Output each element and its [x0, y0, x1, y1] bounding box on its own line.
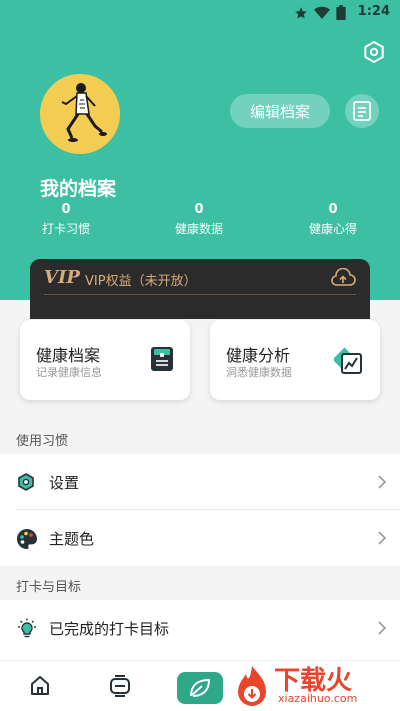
- chevron-right-icon: [378, 620, 387, 639]
- stat-label: 打卡习惯: [41, 222, 90, 236]
- watermark-logo: 下载火 xiazaihuo.com: [232, 664, 392, 710]
- section-label-checkin-goals: 打卡与目标: [16, 580, 82, 595]
- chevron-right-icon: [378, 474, 387, 493]
- list-item-label: 已完成的打卡目标: [49, 620, 170, 638]
- stat-health-notes[interactable]: 0 健康心得: [283, 202, 383, 238]
- list-item-theme-color[interactable]: 主题色: [16, 510, 400, 566]
- settings-icon: [16, 472, 36, 492]
- goals-list: 已完成的打卡目标: [0, 600, 400, 660]
- stat-value: 0: [328, 202, 338, 217]
- analysis-chart-icon: [332, 346, 364, 380]
- status-time: 1:24: [357, 4, 390, 19]
- card-title: 健康分析: [226, 346, 291, 365]
- stat-label: 健康数据: [174, 222, 223, 236]
- stat-checkin-habits[interactable]: 0 打卡习惯: [16, 202, 116, 238]
- stat-value: 0: [61, 202, 71, 217]
- list-item-settings[interactable]: 设置: [16, 454, 400, 510]
- wifi-icon: [314, 6, 330, 19]
- health-analysis-card[interactable]: 健康分析 洞悉健康数据: [210, 320, 380, 400]
- settings-list: 设置 主题色: [0, 454, 400, 566]
- record-book-icon: [150, 346, 174, 376]
- star-icon: [295, 6, 307, 19]
- page-title: 我的档案: [40, 178, 117, 200]
- list-item-completed-goals[interactable]: 已完成的打卡目标: [16, 600, 400, 656]
- leaf-icon: [190, 678, 211, 697]
- flame-icon: [238, 666, 266, 706]
- settings-gear-icon[interactable]: [362, 40, 386, 64]
- palette-icon: [16, 528, 38, 549]
- vip-card[interactable]: VIP VIP权益（未开放）: [30, 259, 370, 319]
- nav-home[interactable]: [27, 673, 53, 699]
- stat-health-data[interactable]: 0 健康数据: [149, 202, 249, 238]
- chevron-right-icon: [378, 530, 387, 549]
- list-item-label: 设置: [49, 474, 80, 492]
- note-icon: [353, 101, 371, 121]
- section-label-habits: 使用习惯: [16, 434, 69, 449]
- edit-profile-button[interactable]: 编辑档案: [230, 94, 330, 128]
- cloud-icon: [330, 267, 356, 292]
- card-title: 健康档案: [36, 346, 101, 365]
- card-subtitle: 洞悉健康数据: [226, 366, 292, 379]
- status-bar: 1:24: [0, 0, 400, 26]
- vip-logo: VIP: [44, 267, 80, 288]
- stat-label: 健康心得: [308, 222, 357, 236]
- profile-header: 1:24 编辑档案 我的档案 0 打卡习惯 0 健康数据 0 健康心得: [0, 0, 400, 300]
- vip-text: VIP权益（未开放）: [85, 274, 197, 289]
- home-icon: [31, 676, 49, 695]
- vip-divider: [44, 294, 356, 295]
- watch-icon: [110, 675, 130, 697]
- list-item-label: 主题色: [49, 530, 95, 548]
- note-button[interactable]: [345, 94, 379, 128]
- lightbulb-icon: [16, 618, 36, 638]
- health-record-card[interactable]: 健康档案 记录健康信息: [20, 320, 190, 400]
- stat-value: 0: [194, 202, 204, 217]
- card-subtitle: 记录健康信息: [36, 366, 102, 379]
- avatar[interactable]: [40, 74, 120, 154]
- battery-icon: [336, 5, 346, 20]
- nav-mine[interactable]: [177, 672, 223, 704]
- nav-device[interactable]: [107, 673, 133, 699]
- watermark-url: xiazaihuo.com: [278, 692, 358, 705]
- status-icons: [294, 5, 346, 20]
